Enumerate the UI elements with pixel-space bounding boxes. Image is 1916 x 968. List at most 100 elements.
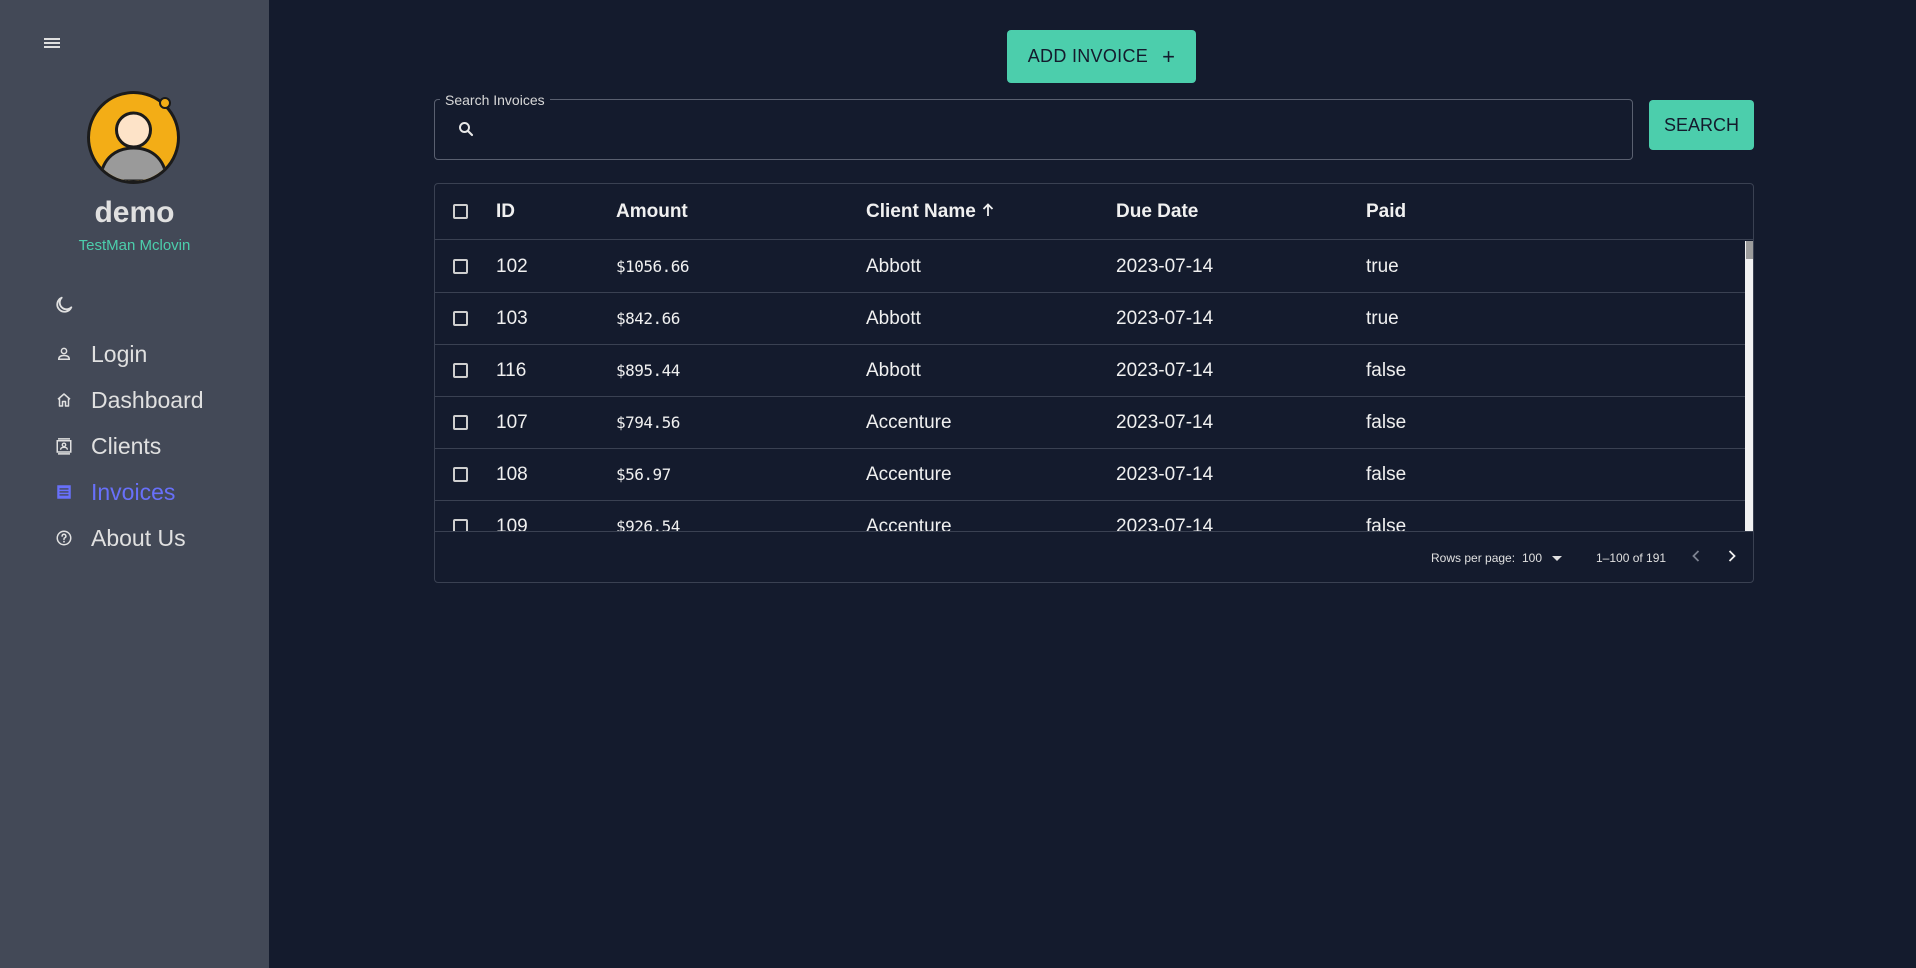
column-header-paid[interactable]: Paid	[1366, 184, 1406, 239]
scrollbar-thumb[interactable]	[1746, 241, 1753, 259]
cell-id: 109	[496, 515, 528, 533]
cell-paid: false	[1366, 359, 1407, 381]
row-checkbox[interactable]	[453, 363, 468, 378]
pagination-range: 1–100 of 191	[1596, 551, 1667, 565]
cell-client-name: Accenture	[866, 515, 952, 533]
cell-amount: $56.97	[616, 465, 671, 484]
sidebar-item-clients[interactable]: Clients	[0, 423, 269, 469]
chevron-left-icon[interactable]	[1686, 546, 1706, 566]
search-icon	[457, 120, 475, 138]
user-subtitle: TestMan Mclovin	[78, 237, 191, 254]
sidebar-item-label: Clients	[91, 432, 162, 459]
table-scrollbar[interactable]	[1745, 241, 1753, 532]
sidebar-item-about-us[interactable]: About Us	[0, 515, 269, 561]
sidebar: demo TestMan Mclovin Login Dashboard Cli…	[0, 0, 269, 968]
row-select-cell	[453, 293, 468, 344]
search-label: Search Invoices	[440, 92, 550, 108]
cell-id: 107	[496, 411, 528, 433]
sidebar-item-label: Dashboard	[91, 386, 204, 413]
sidebar-item-invoices[interactable]: Invoices	[0, 469, 269, 515]
sidebar-item-login[interactable]: Login	[0, 331, 269, 377]
cell-id: 116	[496, 359, 527, 381]
cell-due-date: 2023-07-14	[1116, 411, 1214, 433]
table-row[interactable]: 107 $794.56 Accenture 2023-07-14 false	[435, 397, 1745, 449]
column-header-label: Amount	[616, 200, 688, 222]
column-header-due-date[interactable]: Due Date	[1116, 184, 1198, 239]
user-name: demo	[94, 196, 175, 229]
cell-amount: $794.56	[616, 413, 680, 432]
cell-due-date: 2023-07-14	[1116, 515, 1214, 533]
table-row[interactable]: 109 $926.54 Accenture 2023-07-14 false	[435, 501, 1745, 532]
row-select-cell	[453, 449, 468, 500]
help-circle-icon	[53, 527, 75, 549]
sidebar-nav: Login Dashboard Clients Invoices About U…	[0, 331, 269, 561]
chevron-right-icon[interactable]	[1722, 546, 1742, 566]
menu-icon[interactable]	[42, 34, 62, 52]
row-select-cell	[453, 397, 468, 448]
row-select-cell	[453, 345, 468, 396]
column-header-id[interactable]: ID	[496, 184, 515, 239]
rows-per-page-label: Rows per page:	[1431, 551, 1516, 565]
sidebar-item-label: About Us	[91, 524, 186, 551]
cell-client-name: Accenture	[866, 411, 952, 433]
cell-paid: true	[1366, 255, 1399, 277]
cell-paid: false	[1366, 463, 1407, 485]
table-row[interactable]: 116 $895.44 Abbott 2023-07-14 false	[435, 345, 1745, 397]
cell-amount: $895.44	[616, 361, 680, 380]
row-checkbox[interactable]	[453, 311, 468, 326]
select-all-checkbox[interactable]	[453, 204, 468, 219]
cell-id: 103	[496, 307, 528, 329]
sidebar-item-dashboard[interactable]: Dashboard	[0, 377, 269, 423]
add-invoice-label: ADD INVOICE	[1027, 46, 1149, 66]
column-header-label: ID	[496, 200, 515, 222]
table-body: 102 $1056.66 Abbott 2023-07-14 true 103 …	[435, 241, 1745, 532]
column-header-amount[interactable]: Amount	[616, 184, 688, 239]
row-select-cell	[453, 241, 468, 292]
rows-per-page-value: 100	[1522, 551, 1543, 565]
cell-paid: true	[1366, 307, 1399, 329]
select-all-cell	[453, 184, 468, 239]
receipt-icon	[53, 481, 75, 503]
cell-id: 108	[496, 463, 528, 485]
add-invoice-button[interactable]: ADD INVOICE +	[1007, 30, 1196, 83]
cell-amount: $1056.66	[616, 257, 690, 276]
plus-icon: +	[1162, 43, 1176, 69]
table-row[interactable]: 108 $56.97 Accenture 2023-07-14 false	[435, 449, 1745, 501]
cell-client-name: Accenture	[866, 463, 952, 485]
person-icon	[53, 343, 75, 365]
sidebar-item-label: Login	[91, 340, 148, 367]
moon-icon[interactable]	[53, 294, 75, 316]
row-checkbox[interactable]	[453, 415, 468, 430]
table-header: ID Amount Client Name Due Date Paid	[435, 184, 1753, 240]
table-row[interactable]: 102 $1056.66 Abbott 2023-07-14 true	[435, 241, 1745, 293]
cell-client-name: Abbott	[866, 255, 921, 277]
search-input[interactable]	[488, 112, 1618, 148]
contacts-icon	[53, 435, 75, 457]
column-header-client-name[interactable]: Client Name	[866, 184, 994, 239]
search-button[interactable]: SEARCH	[1649, 100, 1754, 150]
avatar-status-dot	[159, 97, 171, 109]
cell-id: 102	[496, 255, 528, 277]
cell-due-date: 2023-07-14	[1116, 359, 1214, 381]
cell-paid: false	[1366, 515, 1407, 533]
sidebar-item-label: Invoices	[91, 478, 176, 505]
cell-client-name: Abbott	[866, 307, 921, 329]
table-row[interactable]: 103 $842.66 Abbott 2023-07-14 true	[435, 293, 1745, 345]
cell-due-date: 2023-07-14	[1116, 463, 1214, 485]
home-icon	[53, 389, 75, 411]
row-checkbox[interactable]	[453, 259, 468, 274]
cell-due-date: 2023-07-14	[1116, 255, 1214, 277]
invoices-table: ID Amount Client Name Due Date Paid 102 …	[434, 183, 1754, 583]
sort-ascending-icon[interactable]	[982, 202, 994, 221]
column-header-label: Client Name	[866, 200, 976, 222]
row-checkbox[interactable]	[453, 467, 468, 482]
column-header-label: Paid	[1366, 200, 1407, 222]
column-header-label: Due Date	[1116, 200, 1199, 222]
cell-amount: $842.66	[616, 309, 680, 328]
row-select-cell	[453, 501, 468, 532]
cell-amount: $926.54	[616, 517, 680, 532]
cell-due-date: 2023-07-14	[1116, 307, 1214, 329]
caret-down-icon	[1552, 555, 1563, 561]
cell-client-name: Abbott	[866, 359, 921, 381]
rows-per-page-select[interactable]: 100	[1522, 549, 1564, 567]
